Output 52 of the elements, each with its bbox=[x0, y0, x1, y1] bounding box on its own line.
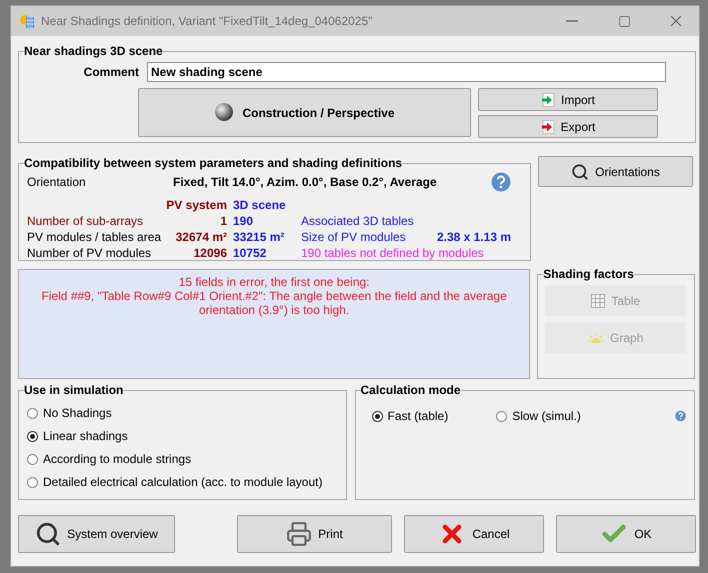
overview-button[interactable]: System overview bbox=[18, 515, 175, 553]
group-title: Shading factors bbox=[543, 267, 634, 281]
row-label: Number of PV modules bbox=[27, 246, 152, 260]
row-note: 190 tables not defined by modules bbox=[301, 246, 485, 260]
scene-value: 10752 bbox=[233, 246, 268, 260]
group-title: Calculation mode bbox=[360, 383, 461, 397]
error-message: Field ##9, "Table Row#9 Col#1 Orient.#2": The angle between the field and the average orientation (3.9°) is too high. bbox=[40, 289, 508, 317]
radio-option[interactable]: According to module strings bbox=[27, 452, 192, 466]
scene-value: 190 bbox=[233, 214, 254, 228]
sun-icon bbox=[588, 332, 604, 344]
row-label: Number of sub-arrays bbox=[27, 214, 144, 228]
radio-option[interactable]: Detailed electrical calculation (acc. to module layout) bbox=[27, 475, 322, 489]
row-note: Size of PV modules bbox=[301, 230, 407, 244]
search-icon bbox=[35, 521, 62, 547]
ok-button[interactable]: OK bbox=[556, 515, 696, 553]
radio-option[interactable]: Fast (table) bbox=[372, 409, 448, 423]
orientation-label: Orientation bbox=[27, 175, 87, 189]
printer-icon bbox=[286, 521, 312, 547]
column-header: PV system bbox=[165, 198, 227, 212]
table-icon bbox=[591, 294, 606, 308]
cancel-button[interactable]: Cancel bbox=[404, 515, 544, 553]
search-icon bbox=[571, 162, 590, 180]
pv-system-value: 32674 m² bbox=[174, 230, 227, 244]
print-button[interactable]: Print bbox=[237, 515, 392, 553]
row-label: PV modules / tables area bbox=[27, 230, 159, 244]
radio-option[interactable]: No Shadings bbox=[27, 406, 112, 420]
module-size-value: 2.38 x 1.13 m bbox=[436, 230, 511, 244]
orientations-button[interactable]: Orientations bbox=[538, 156, 693, 187]
window-title: Near Shadings definition, Variant "FixedTilt_14deg_04062025" bbox=[41, 14, 374, 28]
maximize-icon bbox=[618, 14, 630, 28]
group-title: Compatibility between system parameters and shading definitions bbox=[24, 156, 402, 170]
group-title: Use in simulation bbox=[24, 383, 124, 397]
row-note: Associated 3D tables bbox=[301, 214, 415, 228]
pv-system-value: 12096 bbox=[192, 246, 227, 260]
error-message: 15 fields in error, the first one being: bbox=[178, 275, 370, 289]
comment-field[interactable]: New shading scene bbox=[147, 62, 666, 82]
import-button[interactable]: Import bbox=[478, 88, 658, 111]
group-title: Near shadings 3D scene bbox=[24, 44, 163, 58]
export-button[interactable]: Export bbox=[478, 115, 658, 138]
export-icon bbox=[540, 120, 555, 134]
construction-button[interactable]: Construction / Perspective bbox=[138, 88, 471, 137]
import-icon bbox=[540, 92, 555, 106]
scene-value: 33215 m² bbox=[233, 230, 286, 244]
orientation-value: Fixed, Tilt 14.0°, Azim. 0.0°, Base 0.2°, Average bbox=[173, 175, 438, 189]
column-header: 3D scene bbox=[233, 198, 287, 212]
help-icon[interactable] bbox=[491, 172, 511, 192]
comment-label: Comment bbox=[82, 65, 139, 79]
minimize-icon bbox=[566, 20, 578, 22]
radio-option[interactable]: Slow (simul.) bbox=[496, 409, 581, 423]
pv-system-value: 1 bbox=[219, 214, 227, 228]
app-icon bbox=[19, 13, 35, 29]
radio-option[interactable]: Linear shadings bbox=[27, 429, 128, 443]
